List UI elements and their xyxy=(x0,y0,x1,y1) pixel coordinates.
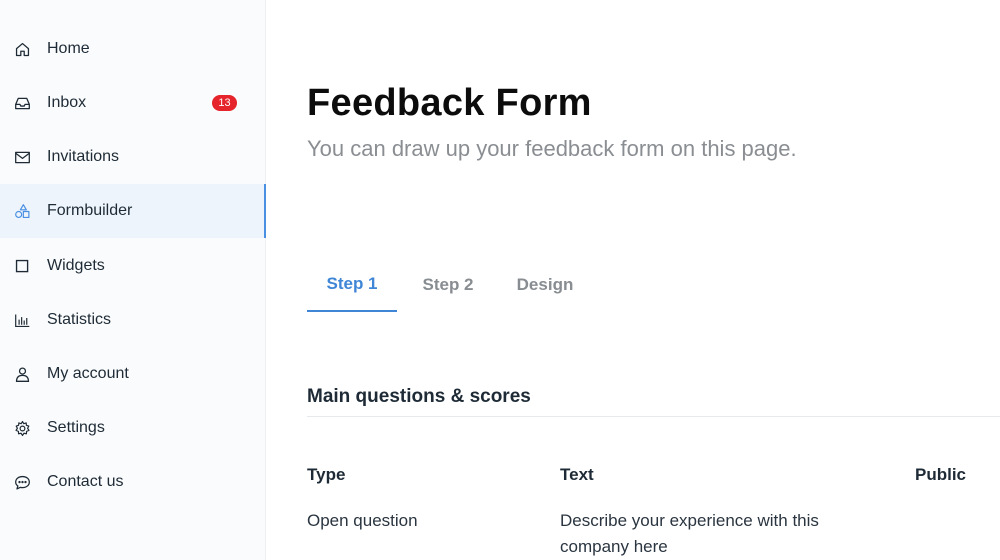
home-icon xyxy=(12,39,32,59)
sidebar: Home Inbox 13 Invitations Formbuilder Wi… xyxy=(0,0,266,560)
sidebar-item-label: Statistics xyxy=(47,311,112,328)
mail-icon xyxy=(12,147,32,167)
shapes-icon xyxy=(12,201,32,221)
column-header-text: Text xyxy=(560,465,594,484)
sidebar-item-label: Home xyxy=(47,40,90,57)
sidebar-item-label: Widgets xyxy=(47,257,105,274)
bar-chart-icon xyxy=(12,310,32,330)
row-text-cell: Describe your experience with this compa… xyxy=(560,511,819,556)
sidebar-item-label: Formbuilder xyxy=(47,202,133,219)
inbox-count-badge: 13 xyxy=(212,95,237,111)
sidebar-item-my-account[interactable]: My account xyxy=(0,347,265,401)
sidebar-item-widgets[interactable]: Widgets xyxy=(0,239,265,293)
tab-design[interactable]: Design xyxy=(506,258,584,312)
sidebar-item-invitations[interactable]: Invitations xyxy=(0,130,265,184)
step-tabs: Step 1 Step 2 Design xyxy=(307,258,607,312)
square-icon xyxy=(12,256,32,276)
sidebar-item-label: My account xyxy=(47,365,129,382)
sidebar-item-label: Settings xyxy=(47,419,105,436)
section-title: Main questions & scores xyxy=(307,386,531,407)
row-type-cell: Open question xyxy=(307,511,418,530)
gear-icon xyxy=(12,418,32,438)
column-header-type: Type xyxy=(307,465,346,484)
sidebar-item-label: Invitations xyxy=(47,148,120,165)
sidebar-item-statistics[interactable]: Statistics xyxy=(0,293,265,347)
inbox-icon xyxy=(12,93,32,113)
section-divider xyxy=(307,416,1000,417)
chat-icon xyxy=(12,472,32,492)
sidebar-item-settings[interactable]: Settings xyxy=(0,401,265,455)
main-content: Feedback Form You can draw up your feedb… xyxy=(266,0,1000,560)
sidebar-item-home[interactable]: Home xyxy=(0,22,265,76)
user-icon xyxy=(12,364,32,384)
page-subtitle: You can draw up your feedback form on th… xyxy=(307,136,797,161)
tab-step-1[interactable]: Step 1 xyxy=(307,258,397,312)
page-title: Feedback Form xyxy=(307,82,592,124)
sidebar-item-inbox[interactable]: Inbox 13 xyxy=(0,76,265,130)
sidebar-item-label: Contact us xyxy=(47,473,124,490)
sidebar-item-label: Inbox xyxy=(47,94,87,111)
tab-step-2[interactable]: Step 2 xyxy=(413,258,483,312)
column-header-public: Public xyxy=(915,465,967,484)
sidebar-item-contact-us[interactable]: Contact us xyxy=(0,455,265,509)
sidebar-item-formbuilder[interactable]: Formbuilder xyxy=(0,184,266,238)
